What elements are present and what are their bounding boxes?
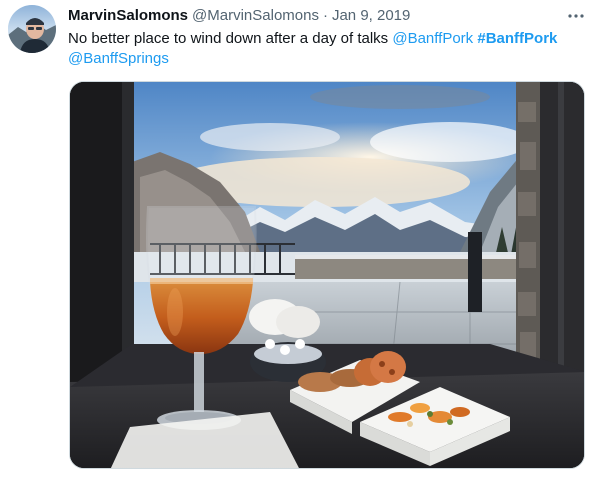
tweet-text: No better place to wind down after a day…: [68, 29, 588, 69]
mention-link-banffsprings[interactable]: @BanffSprings: [68, 50, 169, 67]
header-separator: ·: [322, 7, 328, 24]
hashtag-link-banffpork[interactable]: #BanffPork: [477, 30, 557, 47]
more-options-button[interactable]: [566, 6, 586, 26]
tweet[interactable]: MarvinSalomons @MarvinSalomons · Jan 9, 201…: [0, 0, 598, 480]
avatar-image: [8, 5, 56, 53]
author-handle[interactable]: @MarvinSalomons: [192, 7, 319, 24]
author-display-name[interactable]: MarvinSalomons: [68, 7, 188, 24]
author-avatar[interactable]: [8, 5, 56, 53]
photo-scene: [70, 82, 584, 468]
more-horizontal-icon: [568, 14, 584, 18]
tweet-text-main: No better place to wind down after a day…: [68, 30, 393, 47]
mention-link-banffpork[interactable]: @BanffPork: [392, 30, 473, 47]
tweet-photo[interactable]: [69, 81, 585, 469]
tweet-header: MarvinSalomons @MarvinSalomons · Jan 9, 201…: [68, 6, 588, 26]
tweet-date[interactable]: Jan 9, 2019: [332, 7, 410, 24]
